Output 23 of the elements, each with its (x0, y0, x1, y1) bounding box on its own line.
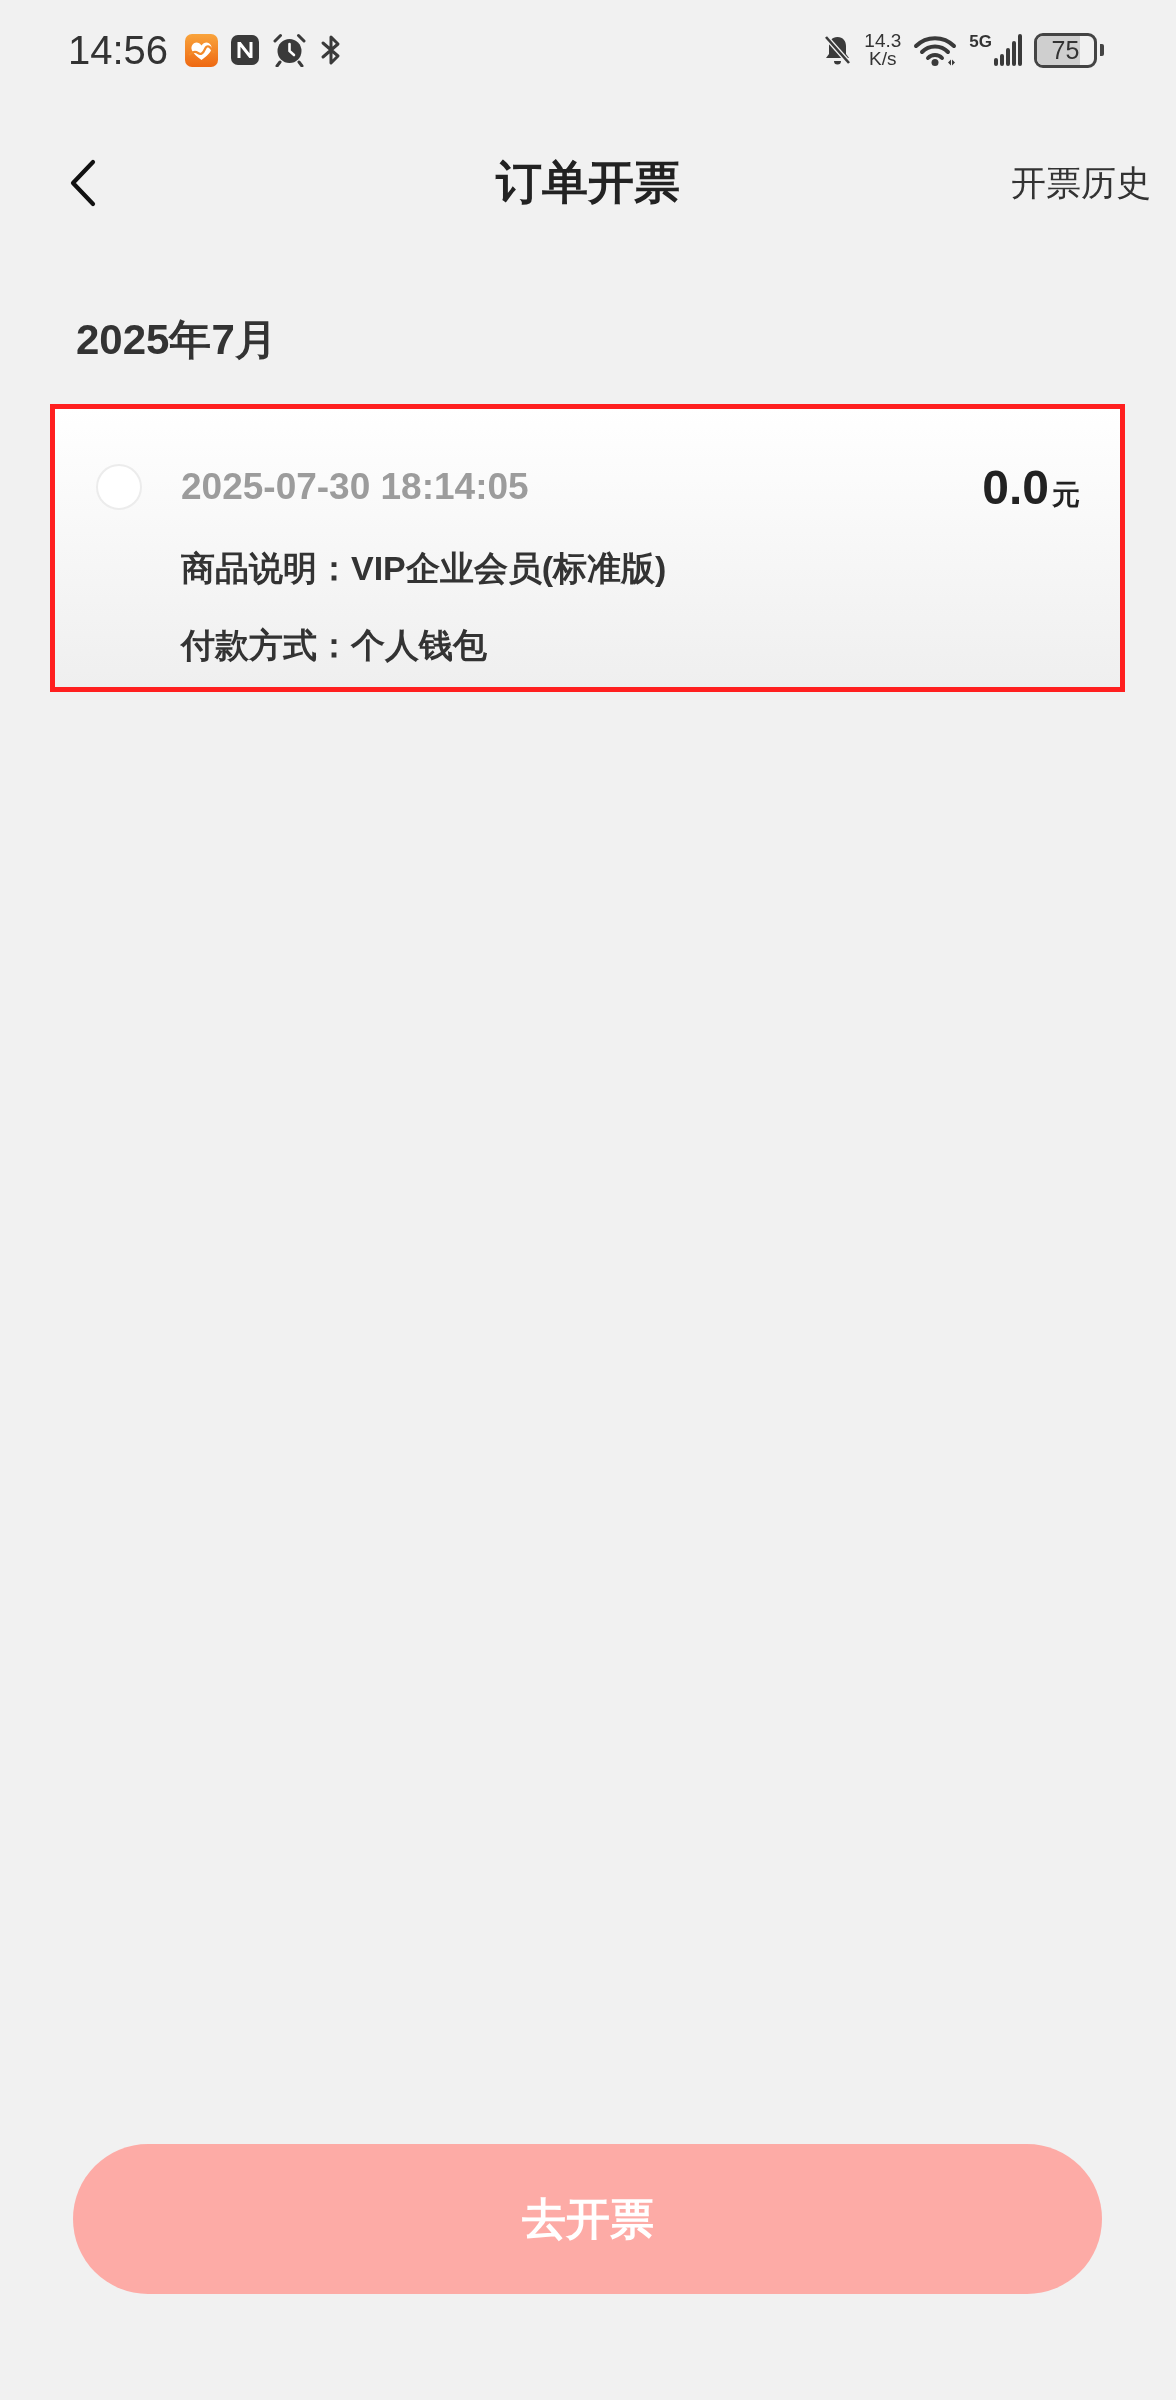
network-type-label: 5G (969, 34, 992, 50)
back-icon[interactable] (69, 159, 97, 207)
detail-value: VIP企业会员(标准版) (351, 548, 667, 589)
detail-value: 个人钱包 (351, 625, 487, 666)
detail-label: 商品说明： (181, 548, 351, 589)
order-datetime: 2025-07-30 18:14:05 (181, 466, 529, 508)
signal-icon (994, 34, 1022, 66)
status-time: 14:56 (68, 30, 169, 70)
detail-label: 付款方式： (181, 625, 351, 666)
nfc-icon (230, 34, 261, 66)
invoice-history-button[interactable]: 开票历史 (1011, 159, 1151, 207)
currency-unit: 元 (1052, 477, 1080, 512)
alarm-clock-icon (272, 33, 308, 67)
heart-app-icon (185, 33, 219, 67)
month-heading: 2025年7月 (76, 315, 277, 365)
order-card[interactable]: 2025-07-30 18:14:05 0.0元 商品说明：VIP企业会员(标准版) 付款方式：个人钱包 (50, 404, 1125, 692)
order-amount: 0.0 (982, 459, 1049, 515)
network-speed-value: 14.3 (864, 32, 902, 50)
network-speed-unit: K/s (869, 50, 897, 68)
bell-off-icon (823, 34, 853, 66)
page-title: 订单开票 (496, 155, 680, 210)
battery-percentage: 75 (1051, 37, 1080, 63)
wifi-icon (913, 34, 958, 66)
